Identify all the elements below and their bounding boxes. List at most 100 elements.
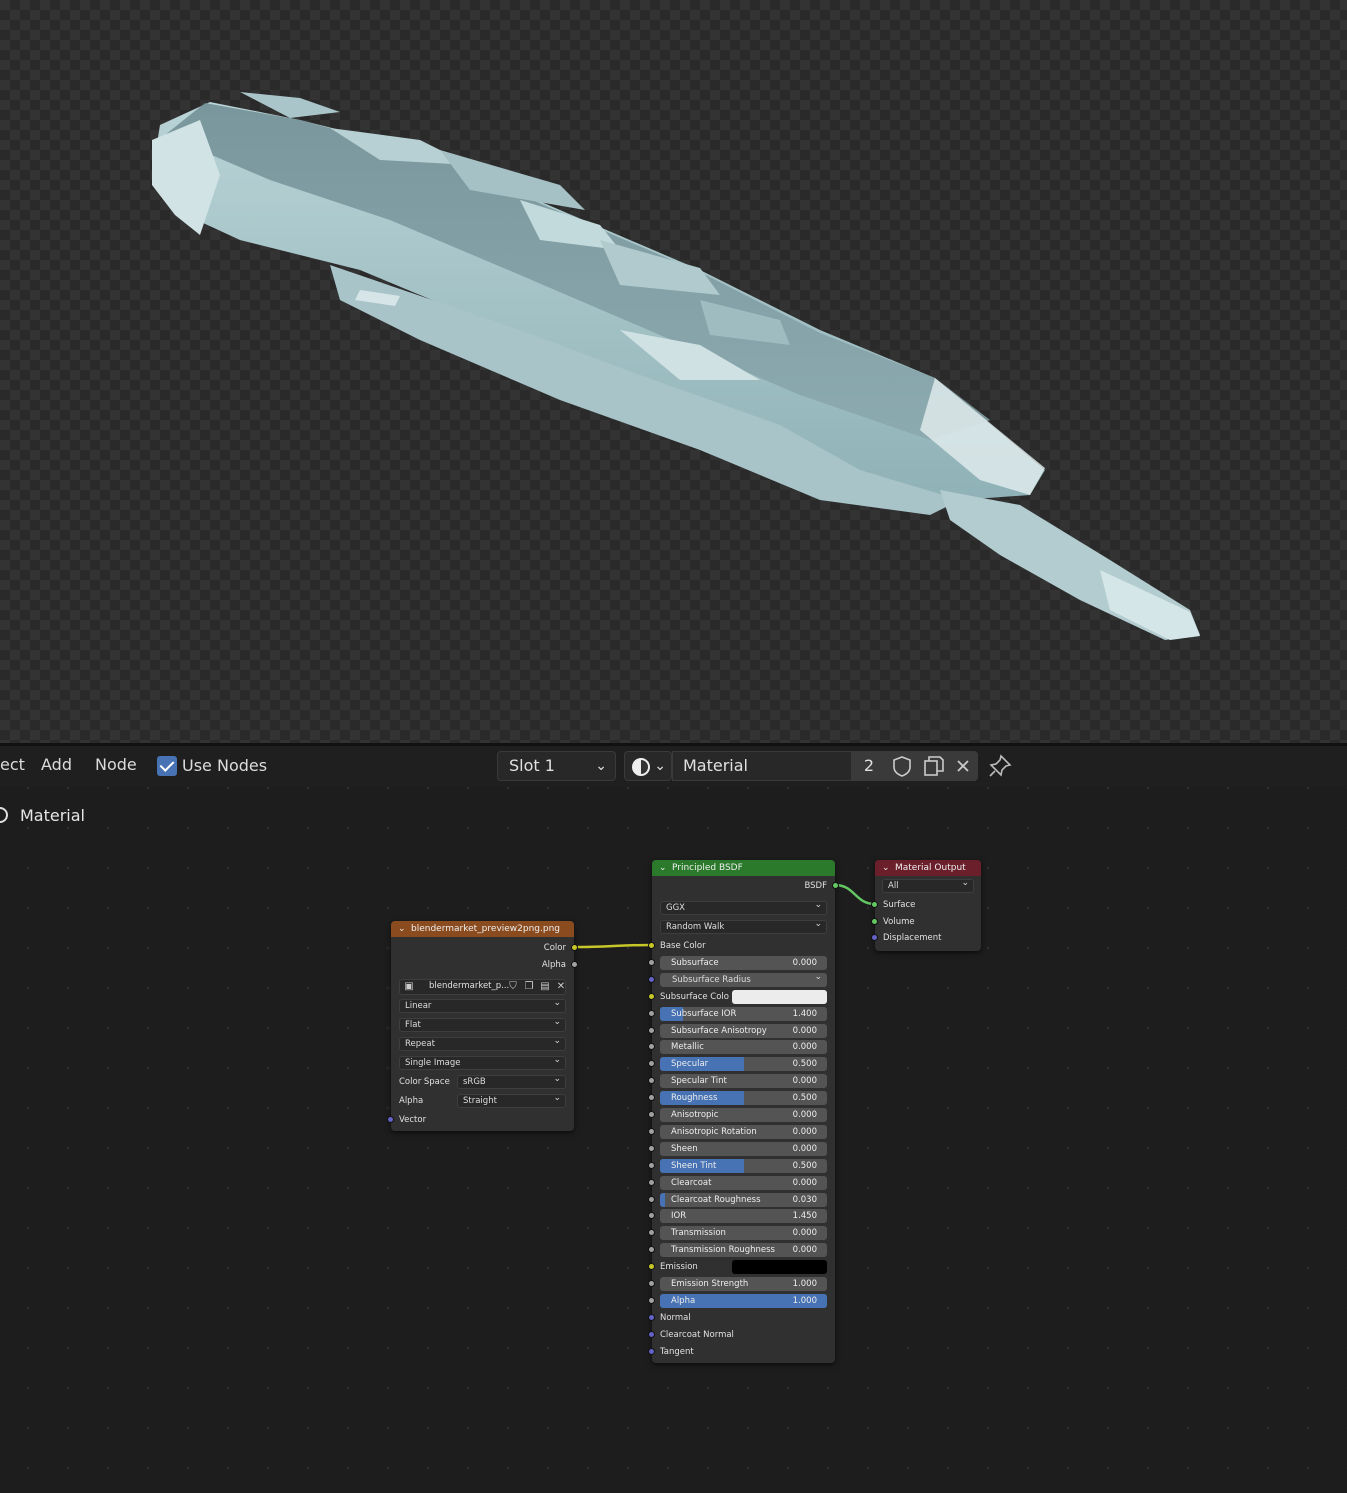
input-socket[interactable] <box>648 1263 655 1270</box>
interpolation-dropdown[interactable]: Linear <box>399 997 566 1013</box>
input-socket[interactable] <box>648 1060 655 1067</box>
slider-value: 0.000 <box>792 1026 817 1036</box>
input-socket[interactable] <box>648 1077 655 1084</box>
anisotropic-slider[interactable]: Anisotropic 0.000 <box>660 1108 827 1122</box>
image-name[interactable]: blendermarket_p... <box>429 981 509 991</box>
node-title: blendermarket_preview2png.png <box>411 924 561 934</box>
input-socket[interactable] <box>648 1297 655 1304</box>
node-header[interactable]: ⌄ Principled BSDF <box>652 860 835 876</box>
sheen-slider[interactable]: Sheen 0.000 <box>660 1142 827 1156</box>
base-color-socket[interactable] <box>648 942 655 949</box>
emission-color-swatch[interactable] <box>732 1260 827 1274</box>
input-socket[interactable] <box>648 976 655 983</box>
input-socket[interactable] <box>648 1128 655 1135</box>
projection-dropdown[interactable]: Flat <box>399 1016 566 1032</box>
node-title: Principled BSDF <box>672 863 743 873</box>
subsurface-method-dropdown[interactable]: Random Walk <box>660 918 827 934</box>
folder-icon[interactable]: ▤ <box>538 980 552 994</box>
node-header[interactable]: ⌄ blendermarket_preview2png.png <box>391 921 574 937</box>
slider-label: Clearcoat Roughness <box>671 1195 761 1205</box>
material-output-node[interactable]: ⌄ Material Output All Surface Volume Dis… <box>871 860 981 951</box>
slider-label: Subsurface <box>671 958 719 968</box>
subsurface-color-swatch[interactable] <box>732 990 827 1004</box>
displacement-input-socket[interactable] <box>871 934 878 941</box>
color-space-dropdown[interactable]: sRGB <box>457 1073 566 1089</box>
slider-value: 1.450 <box>792 1211 817 1221</box>
input-socket[interactable] <box>648 1145 655 1152</box>
clearcoat-roughness-slider[interactable]: Clearcoat Roughness 0.030 <box>660 1193 827 1207</box>
metallic-slider[interactable]: Metallic 0.000 <box>660 1040 827 1054</box>
clearcoat-slider[interactable]: Clearcoat 0.000 <box>660 1176 827 1190</box>
output-color-label: Color <box>543 943 566 953</box>
input-socket[interactable] <box>648 1179 655 1186</box>
input-socket[interactable] <box>648 1196 655 1203</box>
anisotropic-rotation-slider[interactable]: Anisotropic Rotation 0.000 <box>660 1125 827 1139</box>
input-socket[interactable] <box>648 1314 655 1321</box>
image-selector[interactable]: ▣ blendermarket_p... ⛉ ❐ ▤ ✕ <box>399 979 566 995</box>
input-socket[interactable] <box>648 1162 655 1169</box>
close-icon[interactable]: ✕ <box>554 980 568 994</box>
image-icon[interactable]: ▣ <box>402 980 416 994</box>
alpha-mode-dropdown[interactable]: Straight <box>457 1092 566 1108</box>
input-socket[interactable] <box>648 1331 655 1338</box>
input-socket[interactable] <box>648 1280 655 1287</box>
emission-strength-slider[interactable]: Emission Strength 1.000 <box>660 1277 827 1291</box>
principled-bsdf-node[interactable]: ⌄ Principled BSDF BSDF GGX Random Walk B… <box>648 860 839 1363</box>
node-header[interactable]: ⌄ Material Output <box>875 860 981 876</box>
specular-slider[interactable]: Specular 0.500 <box>660 1057 827 1071</box>
input-socket[interactable] <box>648 1348 655 1355</box>
slider-value: 0.500 <box>792 1059 817 1069</box>
input-socket[interactable] <box>648 1111 655 1118</box>
input-socket[interactable] <box>648 1043 655 1050</box>
volume-input-socket[interactable] <box>871 918 878 925</box>
slider-label: Specular <box>671 1059 709 1069</box>
collapse-chevron-icon[interactable]: ⌄ <box>882 860 890 876</box>
slider-value: 0.000 <box>792 1178 817 1188</box>
input-socket[interactable] <box>648 1229 655 1236</box>
subsurface-radius-dropdown[interactable]: Subsurface Radius <box>660 971 827 987</box>
input-vector-label: Vector <box>399 1115 427 1125</box>
input-socket[interactable] <box>648 1212 655 1219</box>
distribution-dropdown[interactable]: GGX <box>660 899 827 915</box>
transmission-slider[interactable]: Transmission 0.000 <box>660 1226 827 1240</box>
duplicate-icon[interactable]: ❐ <box>522 980 536 994</box>
subsurface-slider[interactable]: Subsurface 0.000 <box>660 956 827 970</box>
roughness-slider[interactable]: Roughness 0.500 <box>660 1091 827 1105</box>
collapse-chevron-icon[interactable]: ⌄ <box>659 860 667 876</box>
target-dropdown[interactable]: All <box>882 877 974 893</box>
slider-value: 0.000 <box>792 1228 817 1238</box>
sheen-tint-slider[interactable]: Sheen Tint 0.500 <box>660 1159 827 1173</box>
source-dropdown[interactable]: Single Image <box>399 1054 566 1070</box>
specular-tint-slider[interactable]: Specular Tint 0.000 <box>660 1074 827 1088</box>
transmission-roughness-slider[interactable]: Transmission Roughness 0.000 <box>660 1243 827 1257</box>
slider-value: 0.500 <box>792 1161 817 1171</box>
input-socket[interactable] <box>648 1010 655 1017</box>
extension-dropdown[interactable]: Repeat <box>399 1035 566 1051</box>
output-alpha-label: Alpha <box>541 960 566 970</box>
volume-input-label: Volume <box>883 917 915 927</box>
slider-label: Emission Strength <box>671 1279 749 1289</box>
bsdf-output-socket[interactable] <box>832 882 839 889</box>
shield-icon[interactable]: ⛉ <box>506 980 520 994</box>
input-socket[interactable] <box>648 959 655 966</box>
normal-label: Normal <box>660 1313 691 1323</box>
ior-slider[interactable]: IOR 1.450 <box>660 1209 827 1223</box>
slider-value: 1.400 <box>792 1009 817 1019</box>
slider-label: Specular Tint <box>671 1076 727 1086</box>
slider-value: 1.000 <box>792 1296 817 1306</box>
input-socket[interactable] <box>648 1027 655 1034</box>
vector-input-socket[interactable] <box>387 1116 394 1123</box>
input-socket[interactable] <box>648 1246 655 1253</box>
collapse-chevron-icon[interactable]: ⌄ <box>398 921 406 937</box>
input-socket[interactable] <box>648 993 655 1000</box>
alpha-output-socket[interactable] <box>571 961 578 968</box>
surface-input-label: Surface <box>883 900 916 910</box>
slider-label: Metallic <box>671 1042 704 1052</box>
subsurface-anisotropy-slider[interactable]: Subsurface Anisotropy 0.000 <box>660 1024 827 1038</box>
color-output-socket[interactable] <box>571 944 578 951</box>
surface-input-socket[interactable] <box>871 901 878 908</box>
alpha-slider[interactable]: Alpha 1.000 <box>660 1294 827 1308</box>
subsurface-ior-slider[interactable]: Subsurface IOR 1.400 <box>660 1007 827 1021</box>
input-socket[interactable] <box>648 1094 655 1101</box>
image-texture-node[interactable]: ⌄ blendermarket_preview2png.png Color Al… <box>387 921 578 1131</box>
